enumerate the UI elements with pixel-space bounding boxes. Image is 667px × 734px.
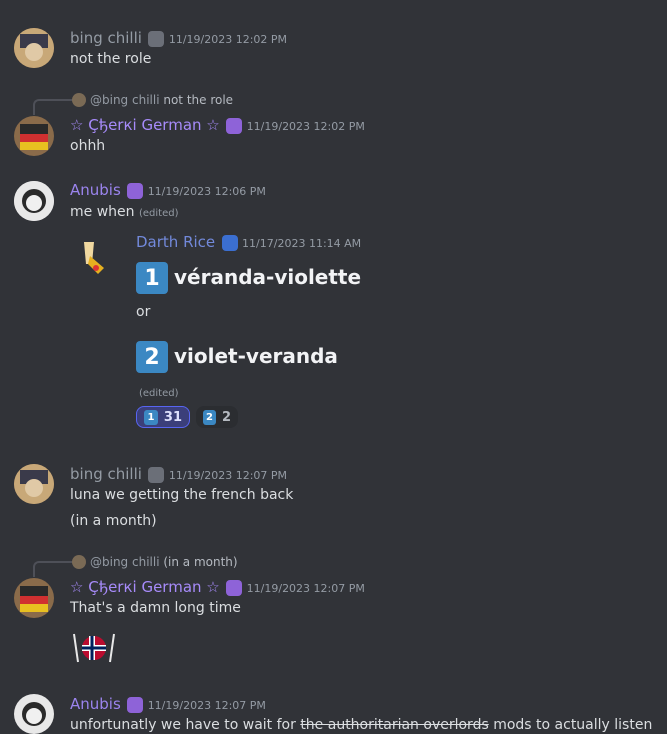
book-icon — [221, 235, 238, 251]
message-text: That's a damn long time — [70, 600, 241, 616]
timestamp: 11/19/2023 12:02 PM — [246, 120, 365, 133]
message-header: Anubis 11/19/2023 12:07 PM — [70, 695, 266, 713]
reply-avatar — [72, 555, 86, 569]
message-header: ☆ Çђerкi German ☆ 11/19/2023 12:07 PM — [70, 578, 365, 596]
badge-icon — [226, 580, 243, 596]
author-name[interactable]: bing chilli — [70, 465, 142, 483]
norway-ball-emoji-icon — [70, 632, 118, 664]
avatar[interactable] — [14, 28, 54, 68]
forward-edited-label: (edited) — [139, 388, 179, 399]
reply-avatar — [72, 93, 86, 107]
message-body: unfortunatly we have to wait for — [70, 717, 296, 733]
message-body: me when — [70, 204, 135, 220]
keycap-2-icon: 2 — [203, 409, 216, 425]
option-1-text: véranda-violette — [174, 265, 362, 289]
reply-connector — [33, 99, 73, 115]
timestamp: 11/19/2023 12:02 PM — [168, 33, 288, 46]
badge-icon — [127, 697, 144, 713]
message-text: luna we getting the french back — [70, 487, 294, 503]
message-header: Anubis 11/19/2023 12:06 PM — [70, 181, 266, 199]
avatar[interactable] — [14, 464, 54, 504]
message-text: (in a month) — [70, 513, 157, 529]
forward-timestamp: 11/17/2023 11:14 AM — [242, 237, 362, 250]
reply-author: @bing chilli — [90, 93, 160, 107]
badge-icon — [148, 467, 165, 483]
reply-preview[interactable]: @bing chilli (in a month) — [90, 555, 238, 569]
message-header: ☆ Çђerкi German ☆ 11/19/2023 12:02 PM — [70, 116, 365, 134]
badge-icon — [127, 183, 144, 199]
timestamp: 11/19/2023 12:06 PM — [147, 185, 266, 198]
message-text: me when (edited) — [70, 204, 178, 220]
keycap-1-icon: 1 — [136, 262, 168, 294]
message-header: bing chilli 11/19/2023 12:02 PM — [70, 29, 287, 47]
avatar[interactable] — [14, 116, 54, 156]
reaction-count: 31 — [163, 409, 182, 425]
avatar[interactable] — [14, 578, 54, 618]
timestamp: 11/19/2023 12:07 PM — [168, 469, 288, 482]
avatar[interactable] — [14, 181, 54, 221]
timestamp: 11/19/2023 12:07 PM — [147, 699, 266, 712]
reply-text: not the role — [163, 93, 234, 107]
author-name[interactable]: ☆ Çђerкi German ☆ — [70, 116, 220, 134]
author-name[interactable]: Anubis — [70, 181, 121, 199]
strikethrough-text: the authoritarian overlords — [300, 717, 489, 733]
option-2-text: violet-veranda — [174, 344, 338, 368]
keycap-2-icon: 2 — [136, 341, 168, 373]
badge-icon — [148, 31, 165, 47]
keycap-1-icon: 1 — [144, 409, 158, 425]
message-text: not the role — [70, 51, 152, 67]
author-name[interactable]: ☆ Çђerкi German ☆ — [70, 578, 220, 596]
reaction-count: 2 — [221, 409, 231, 425]
edited-label: (edited) — [138, 208, 179, 219]
forward-header: Darth Rice 11/17/2023 11:14 AM — [136, 233, 361, 251]
message-text: ohhh — [70, 138, 106, 154]
forward-avatar — [78, 238, 116, 276]
or-text: or — [136, 304, 151, 320]
message-header: bing chilli 11/19/2023 12:07 PM — [70, 465, 287, 483]
reply-text: (in a month) — [163, 555, 238, 569]
author-name[interactable]: Anubis — [70, 695, 121, 713]
message-text: unfortunatly we have to wait for the aut… — [70, 717, 652, 733]
avatar[interactable] — [14, 694, 54, 734]
reply-connector — [33, 561, 73, 577]
reaction-1[interactable]: 1 31 — [136, 406, 190, 428]
reaction-2[interactable]: 2 2 — [196, 406, 238, 428]
author-name[interactable]: bing chilli — [70, 29, 142, 47]
reply-preview[interactable]: @bing chilli not the role — [90, 93, 233, 107]
reply-author: @bing chilli — [90, 555, 160, 569]
forward-author-name[interactable]: Darth Rice — [136, 233, 215, 251]
timestamp: 11/19/2023 12:07 PM — [246, 582, 365, 595]
message-body-after: mods to actually listen — [493, 717, 653, 733]
badge-icon — [226, 118, 243, 134]
